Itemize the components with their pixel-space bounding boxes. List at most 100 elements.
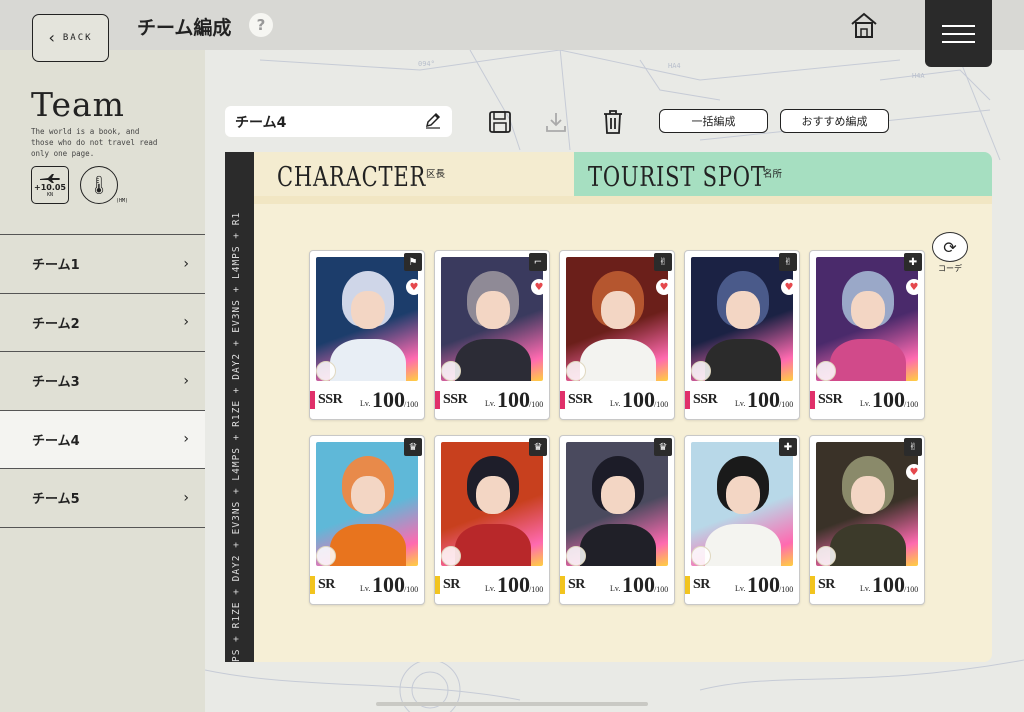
rarity-bar (685, 391, 690, 409)
rarity-bar (560, 391, 565, 409)
tourist-tab-sub: 名所 (763, 169, 783, 180)
help-button[interactable]: ? (249, 13, 273, 37)
level-value: 100 (872, 387, 905, 412)
level-label: Lv. (735, 584, 746, 593)
level-max: /100 (404, 400, 419, 409)
character-card[interactable]: ⚑ ♥ SSR Lv. 100/100 (309, 250, 425, 420)
svg-text:094°: 094° (418, 60, 435, 68)
character-card[interactable]: ✌ ♥ SR Lv. 100/100 (809, 435, 925, 605)
jester-icon: ♛ (529, 438, 547, 456)
level-max: /100 (779, 585, 794, 594)
character-tab-title: CHARACTER (277, 162, 427, 193)
portrait-face (476, 291, 510, 329)
chevron-right-icon: › (183, 372, 189, 389)
hamburger-menu-button[interactable] (925, 0, 992, 67)
level-value: 100 (872, 572, 905, 597)
portrait-face (726, 291, 760, 329)
portrait-body (455, 524, 531, 566)
level-value: 100 (747, 387, 780, 412)
sidebar-item-team3[interactable]: チーム3 › (0, 352, 205, 411)
portrait-face (726, 476, 760, 514)
sidebar-item-team1[interactable]: チーム1 › (0, 235, 205, 294)
emblem-icon (566, 546, 586, 566)
menu-line (942, 32, 975, 35)
rarity-bar (435, 576, 440, 594)
level-max: /100 (654, 585, 669, 594)
chevron-right-icon: › (183, 431, 189, 448)
level-label: Lv. (735, 399, 746, 408)
hand-icon: ✌ (654, 253, 672, 271)
team-item-label: チーム3 (32, 375, 80, 391)
coordinate-button[interactable]: ⟳ コーデ (932, 232, 968, 278)
medkit-icon: ✚ (779, 438, 797, 456)
sidebar-item-team2[interactable]: チーム2 › (0, 293, 205, 352)
character-card[interactable]: ✌ ♥ SSR Lv. 100/100 (559, 250, 675, 420)
character-card[interactable]: ♛ SR Lv. 100/100 (434, 435, 550, 605)
jester-icon: ♛ (404, 438, 422, 456)
rarity-bar (810, 576, 815, 594)
svg-text:H4A: H4A (912, 72, 925, 80)
emblem-icon (441, 361, 461, 381)
back-button[interactable]: ‹ BACK (32, 14, 109, 62)
recommended-formation-button[interactable]: おすすめ編成 (780, 109, 889, 133)
decorative-strip: PS + R1ZE + DAY2 + EV3NS + L4MPS + R1ZE … (225, 152, 254, 662)
load-icon[interactable] (543, 108, 569, 136)
character-card[interactable]: ♛ SR Lv. 100/100 (559, 435, 675, 605)
emblem-icon (441, 546, 461, 566)
portrait-face (351, 291, 385, 329)
rarity-label: SSR (568, 392, 593, 407)
level-max: /100 (904, 400, 919, 409)
medkit-icon: ✚ (904, 253, 922, 271)
jester-icon: ♛ (654, 438, 672, 456)
save-icon[interactable] (487, 108, 513, 136)
character-card[interactable]: ✚ ♥ SSR Lv. 100/100 (809, 250, 925, 420)
team-list: チーム1 › チーム2 › チーム3 › チーム4 › チーム5 › (0, 234, 205, 528)
level-label: Lv. (860, 399, 871, 408)
team-item-label: チーム5 (32, 492, 80, 508)
rarity-label: SSR (318, 392, 343, 407)
portrait-face (851, 291, 885, 329)
team-name-input[interactable] (235, 113, 405, 130)
team-item-label: チーム4 (32, 433, 80, 449)
heart-icon: ♥ (406, 279, 422, 295)
strip-text: PS + R1ZE + DAY2 + EV3NS + L4MPS + R1ZE … (231, 211, 242, 662)
heart-icon: ♥ (656, 279, 672, 295)
emblem-icon (691, 546, 711, 566)
level-label: Lv. (360, 399, 371, 408)
menu-line (942, 40, 975, 43)
character-card[interactable]: ⌐ ♥ SSR Lv. 100/100 (434, 250, 550, 420)
character-tab-sub: 区長 (426, 169, 446, 180)
portrait-body (330, 524, 406, 566)
emblem-icon (816, 361, 836, 381)
thermometer-icon: 🌡 (80, 166, 118, 204)
character-card[interactable]: ✚ SR Lv. 100/100 (684, 435, 800, 605)
level-label: Lv. (360, 584, 371, 593)
rarity-label: SR (818, 577, 835, 592)
emblem-icon (316, 546, 336, 566)
sidebar-item-team4[interactable]: チーム4 › (0, 410, 205, 469)
level-value: 100 (622, 572, 655, 597)
sidebar-item-team5[interactable]: チーム5 › (0, 469, 205, 528)
character-card[interactable]: ✌ ♥ SSR Lv. 100/100 (684, 250, 800, 420)
portrait-body (580, 339, 656, 381)
rarity-bar (685, 576, 690, 594)
trash-icon[interactable] (600, 108, 626, 136)
chevron-right-icon: › (183, 314, 189, 331)
character-card[interactable]: ♛ SR Lv. 100/100 (309, 435, 425, 605)
pencil-icon[interactable] (424, 111, 442, 133)
emblem-icon (566, 361, 586, 381)
back-button-label: BACK (62, 33, 93, 43)
level-max: /100 (529, 400, 544, 409)
level-value: 100 (747, 572, 780, 597)
home-icon[interactable] (848, 10, 880, 40)
rarity-label: SR (568, 577, 585, 592)
level-value: 100 (497, 387, 530, 412)
plane-stat-unit: KN (46, 191, 54, 198)
portrait-face (601, 291, 635, 329)
level-label: Lv. (485, 399, 496, 408)
bulk-formation-button[interactable]: 一括編成 (659, 109, 768, 133)
team-name-field[interactable] (225, 106, 452, 137)
heart-icon: ♥ (781, 279, 797, 295)
flag-icon: ⚑ (404, 253, 422, 271)
level-max: /100 (529, 585, 544, 594)
